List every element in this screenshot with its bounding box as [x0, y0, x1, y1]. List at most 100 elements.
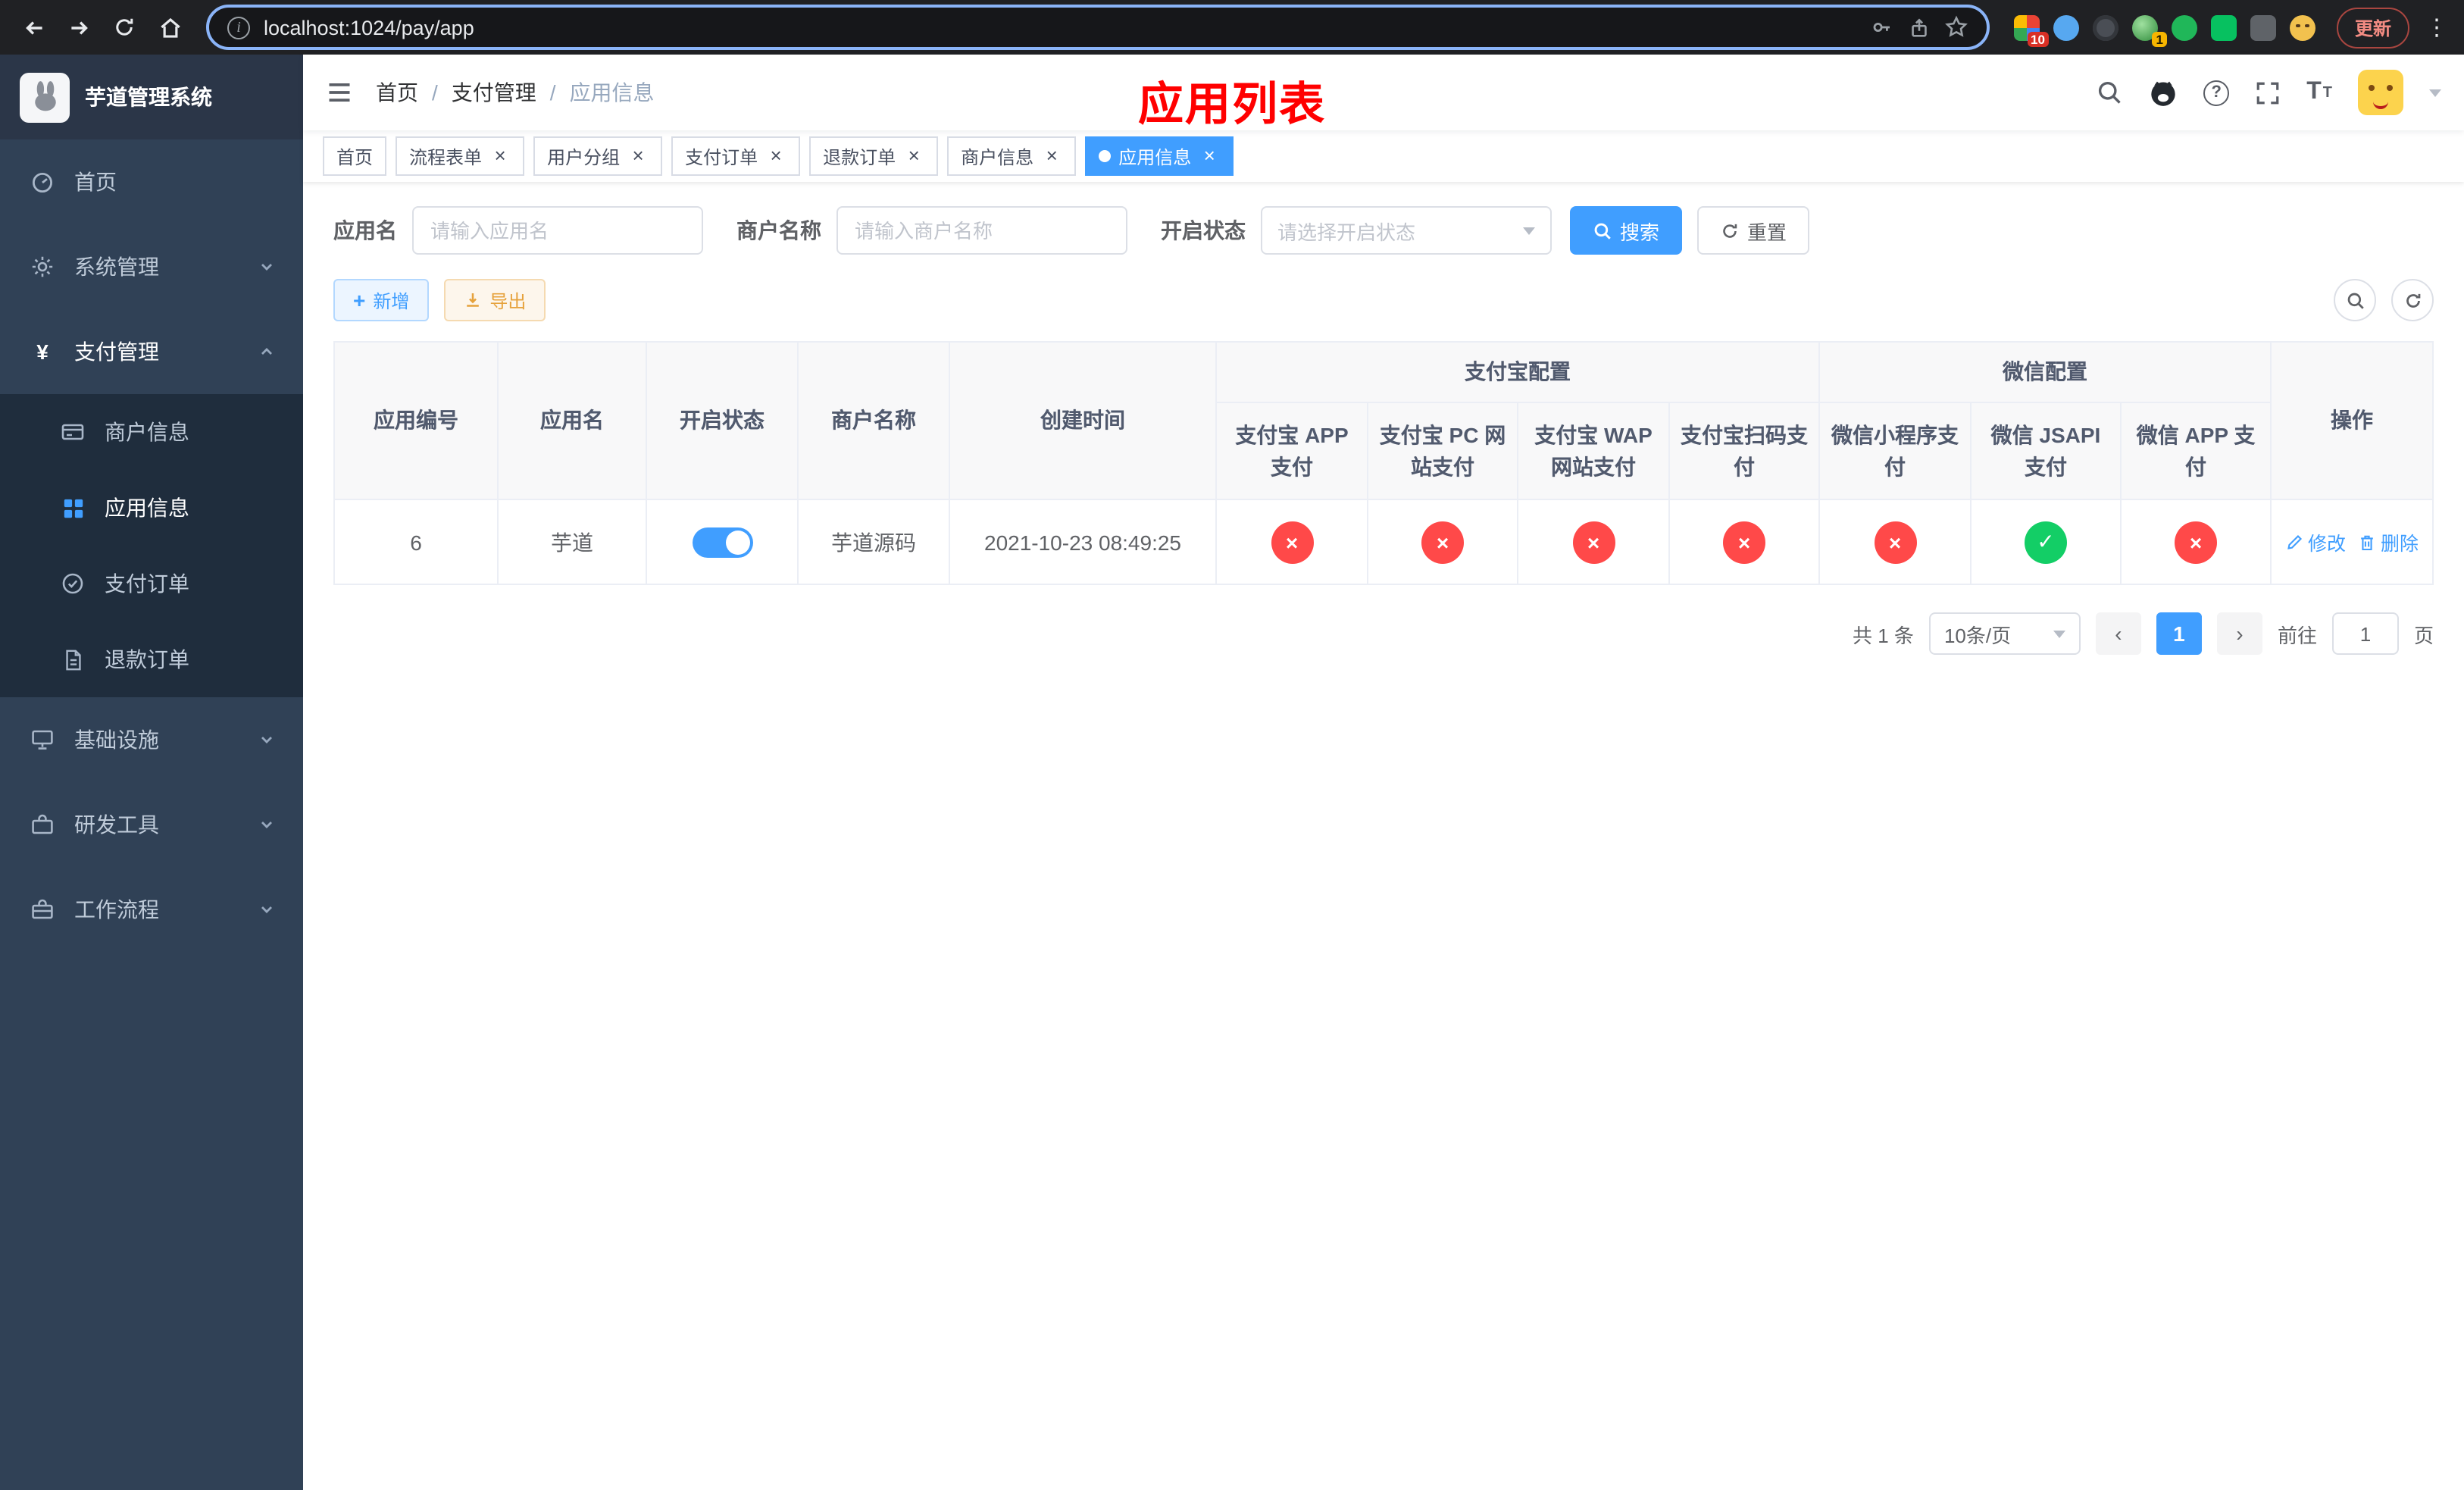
add-button[interactable]: + 新增 [333, 279, 430, 321]
tab-home[interactable]: 首页 [323, 136, 387, 176]
page-content: 应用名 商户名称 开启状态 请选择开启状态 搜索 重置 [303, 182, 2464, 1490]
export-button[interactable]: 导出 [444, 279, 546, 321]
search-button[interactable]: 搜索 [1570, 206, 1683, 255]
sidebar-item-payment[interactable]: ¥ 支付管理 [0, 309, 303, 394]
status-toggle[interactable] [692, 527, 752, 557]
sidebar-item-label: 系统管理 [74, 255, 159, 279]
sidebar-subitem-refund-order[interactable]: 退款订单 [0, 621, 303, 697]
page-1-button[interactable]: 1 [2156, 612, 2202, 655]
tab-refund-order[interactable]: 退款订单 × [809, 136, 939, 176]
page-title-annotation: 应用列表 [1138, 80, 1326, 130]
sidebar-item-workflow[interactable]: 工作流程 [0, 867, 303, 952]
app-name-input[interactable] [412, 206, 703, 255]
close-icon[interactable]: × [489, 146, 511, 167]
extension-check-icon[interactable] [2171, 14, 2197, 40]
sidebar-subitem-app[interactable]: 应用信息 [0, 470, 303, 546]
search-icon[interactable] [2096, 79, 2123, 106]
col-group-wechat: 微信配置 [1818, 341, 2272, 403]
close-icon[interactable]: × [1041, 146, 1062, 167]
github-icon[interactable] [2149, 78, 2178, 107]
merchant-name-input[interactable] [836, 206, 1127, 255]
chevron-down-icon [259, 902, 274, 917]
chevron-down-icon [1523, 227, 1535, 234]
sidebar-item-devtools[interactable]: 研发工具 [0, 782, 303, 867]
browser-profile-avatar[interactable] [2289, 14, 2315, 40]
close-icon[interactable]: × [1199, 146, 1220, 167]
tags-view: 首页 流程表单 × 用户分组 × 支付订单 × 退款订单 × 商户信息 × 应用信息 × [303, 130, 2464, 182]
reset-button[interactable]: 重置 [1697, 206, 1810, 255]
help-icon[interactable]: ? [2203, 80, 2230, 105]
channel-status-icon: × [2175, 521, 2218, 563]
app-table: 应用编号 应用名 开启状态 商户名称 创建时间 支付宝配置 微信配置 操作 支付… [333, 341, 2434, 585]
close-icon[interactable]: × [765, 146, 786, 167]
cell-channel: ✓ [1970, 499, 2122, 585]
edit-button[interactable]: 修改 [2285, 527, 2346, 556]
extension-record-icon[interactable] [2092, 14, 2118, 40]
tab-user-group[interactable]: 用户分组 × [533, 136, 663, 176]
extension-avatar-icon[interactable]: 1 [2131, 14, 2167, 46]
cell-actions: 修改 删除 [2270, 499, 2434, 585]
forward-icon[interactable] [58, 6, 100, 49]
breadcrumb-payment[interactable]: 支付管理 [452, 77, 536, 108]
sidebar-item-label: 工作流程 [74, 897, 159, 922]
close-icon[interactable]: × [903, 146, 924, 167]
browser-menu-icon[interactable]: ⋮ [2422, 6, 2452, 49]
col-merchant: 商户名称 [797, 341, 950, 500]
extension-drop-icon[interactable] [2053, 14, 2079, 40]
refresh-button[interactable] [2391, 279, 2434, 321]
extensions-puzzle-icon[interactable] [2250, 14, 2276, 40]
site-info-icon[interactable]: i [227, 16, 250, 39]
share-icon[interactable] [1908, 16, 1931, 39]
browser-update-button[interactable]: 更新 [2336, 7, 2409, 48]
tab-pay-order[interactable]: 支付订单 × [671, 136, 801, 176]
tab-process-form[interactable]: 流程表单 × [396, 136, 525, 176]
extension-wechat-icon[interactable] [2210, 14, 2237, 40]
status-select[interactable]: 请选择开启状态 [1261, 206, 1552, 255]
toggle-search-button[interactable] [2334, 279, 2376, 321]
caret-down-icon[interactable] [2429, 89, 2441, 96]
cell-channel: × [1818, 499, 1972, 585]
url-text[interactable]: localhost:1024/pay/app [264, 16, 1856, 39]
app-title: 芋道管理系统 [85, 85, 212, 109]
bookmark-star-icon[interactable] [1944, 15, 1968, 39]
sidebar-item-infra[interactable]: 基础设施 [0, 697, 303, 782]
chevron-down-icon [2053, 630, 2065, 637]
delete-button[interactable]: 删除 [2358, 527, 2419, 556]
sidebar-subitem-pay-order[interactable]: 支付订单 [0, 546, 303, 621]
address-bar[interactable]: i localhost:1024/pay/app [206, 5, 1990, 50]
sidebar-item-label: 基础设施 [74, 728, 159, 752]
sidebar-item-label: 支付管理 [74, 340, 159, 364]
app-logo[interactable]: 芋道管理系统 [0, 55, 303, 139]
reload-icon[interactable] [103, 6, 145, 49]
sidebar-item-home[interactable]: 首页 [0, 139, 303, 224]
tab-app-info[interactable]: 应用信息 × [1085, 136, 1234, 176]
font-size-icon[interactable]: TT [2306, 79, 2332, 106]
fullscreen-icon[interactable] [2255, 80, 2281, 105]
close-icon[interactable]: × [627, 146, 649, 167]
extension-badge: 1 [2152, 31, 2167, 46]
page-size-select[interactable]: 10条/页 [1928, 612, 2081, 655]
screen: i localhost:1024/pay/app 10 1 更新 ⋮ 芋道管理系… [0, 0, 2464, 1490]
col-app-id: 应用编号 [333, 341, 499, 500]
sidebar-item-system[interactable]: 系统管理 [0, 224, 303, 309]
back-icon[interactable] [12, 6, 55, 49]
filter-label-status: 开启状态 [1161, 218, 1246, 243]
home-icon[interactable] [149, 6, 191, 49]
breadcrumb-home[interactable]: 首页 [376, 77, 418, 108]
sidebar: 芋道管理系统 首页 系统管理 ¥ 支付管理 商户信息 应用信息 支付订单 退款订… [0, 55, 303, 1490]
sidebar-toggle-icon[interactable] [326, 79, 353, 106]
right-toolbar [2334, 279, 2434, 321]
user-avatar[interactable] [2358, 70, 2403, 115]
prev-page-button[interactable]: ‹ [2095, 612, 2141, 655]
extension-grid-icon[interactable]: 10 [2013, 14, 2049, 46]
sidebar-subitem-merchant[interactable]: 商户信息 [0, 394, 303, 470]
search-form: 应用名 商户名称 开启状态 请选择开启状态 搜索 重置 [333, 206, 2434, 255]
breadcrumb-separator: / [432, 80, 438, 105]
extension-badge: 10 [2027, 31, 2049, 46]
goto-page-input[interactable] [2331, 612, 2399, 655]
gear-icon [29, 255, 56, 279]
next-page-button[interactable]: › [2216, 612, 2262, 655]
password-key-icon[interactable] [1870, 15, 1894, 39]
sidebar-item-label: 退款订单 [105, 647, 189, 671]
tab-merchant-info[interactable]: 商户信息 × [947, 136, 1077, 176]
